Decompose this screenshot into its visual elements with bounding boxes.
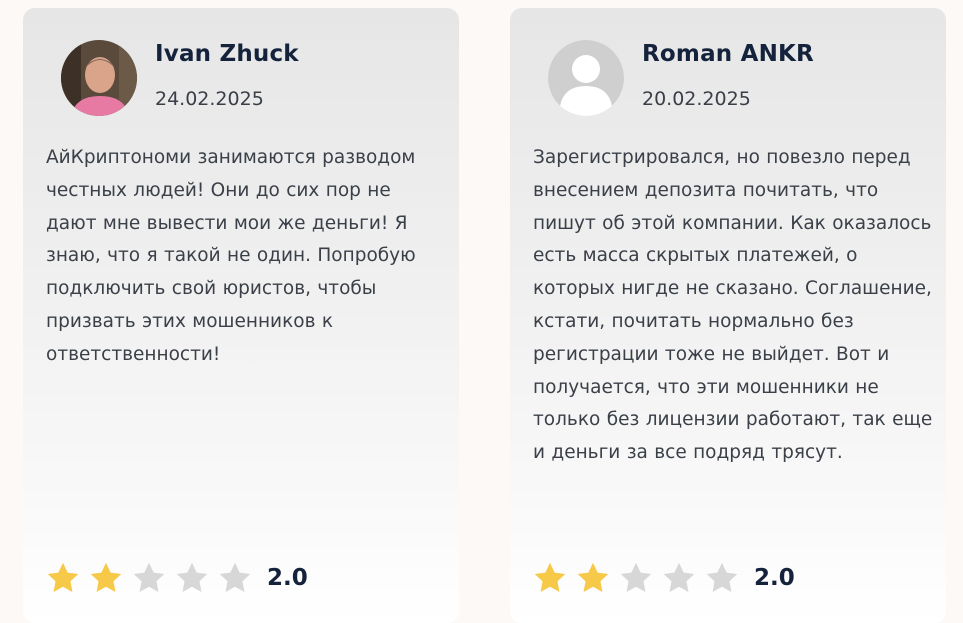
star-empty-icon [706,562,738,592]
star-empty-icon [620,562,652,592]
reviewer-name: Ivan Zhuck [155,41,299,67]
review-date: 24.02.2025 [155,88,264,110]
star-rating: 2.0 [532,560,795,596]
rating-score: 2.0 [754,565,795,591]
star-empty-icon [219,562,251,592]
user-avatar[interactable] [548,40,624,116]
user-photo-icon [61,40,137,116]
review-date: 20.02.2025 [642,88,751,110]
star-filled-icon [577,562,609,592]
star-empty-icon [133,562,165,592]
review-card: Roman ANKR 20.02.2025 Зарегистрировался,… [510,8,946,623]
default-avatar-icon [548,40,624,116]
review-text: Зарегистрировался, но повезло перед внес… [533,147,933,464]
star-filled-icon [90,562,122,592]
star-rating: 2.0 [45,560,308,596]
star-empty-icon [663,562,695,592]
rating-score: 2.0 [267,565,308,591]
user-avatar[interactable] [61,40,137,116]
review-text: АйКриптономи занимаются разводом честных… [46,147,416,365]
stars-row [532,560,747,596]
review-card: Ivan Zhuck 24.02.2025 АйКриптономи заним… [23,8,459,623]
reviewer-name: Roman ANKR [642,41,814,67]
star-filled-icon [534,562,566,592]
star-filled-icon [47,562,79,592]
star-empty-icon [176,562,208,592]
stars-row [45,560,260,596]
